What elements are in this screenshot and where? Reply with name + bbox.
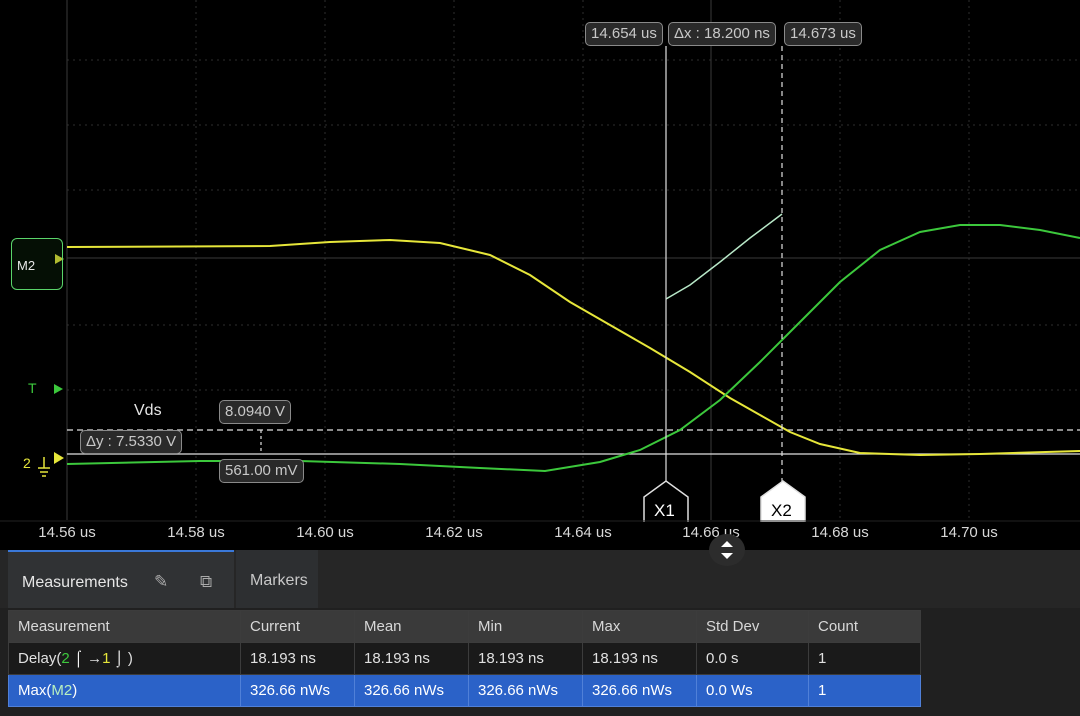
min-value: 326.66 nWs	[468, 674, 583, 707]
col-max[interactable]: Max	[582, 610, 697, 643]
cursor-x2-handle[interactable]: X2	[771, 501, 792, 521]
measurement-name: Max(M2)	[8, 674, 241, 707]
channel-2-marker[interactable]: 2	[23, 455, 31, 471]
mean-value: 326.66 nWs	[354, 674, 469, 707]
measurement-name-prefix: Max(	[18, 682, 52, 699]
max-value: 326.66 nWs	[582, 674, 697, 707]
x-tick-label: 14.56 us	[38, 524, 96, 541]
up-down-chevron-icon	[721, 541, 733, 559]
col-min[interactable]: Min	[468, 610, 583, 643]
trigger-marker[interactable]: T	[28, 380, 37, 396]
count-value: 1	[808, 674, 921, 707]
y-cursor-lower-value: 561.00 mV	[219, 459, 304, 483]
arrow-label: →	[87, 650, 103, 667]
waveform-display[interactable]: M2 T 2 14.654 us Δx : 18.200 ns 14.673 u…	[0, 0, 1080, 550]
col-measurement[interactable]: Measurement	[8, 610, 241, 643]
popout-icon[interactable]: ⧉	[200, 572, 212, 592]
cursor-x1-time: 14.654 us	[585, 22, 663, 46]
table-header: Measurement Current Mean Min Max Std Dev…	[8, 610, 921, 643]
falling-edge-icon: ⌡	[110, 650, 128, 667]
count-value: 1	[808, 642, 921, 675]
table-row[interactable]: Delay(2 ⌠ →1 ⌡ ) 18.193 ns 18.193 ns 18.…	[8, 642, 921, 675]
x-tick-label: 14.64 us	[554, 524, 612, 541]
math-m2-marker[interactable]: M2	[11, 238, 63, 290]
std-dev-value: 0.0 Ws	[696, 674, 809, 707]
col-current[interactable]: Current	[240, 610, 355, 643]
measurement-name: Delay(2 ⌠ →1 ⌡ )	[8, 642, 241, 675]
x-tick-label: 14.68 us	[811, 524, 869, 541]
channel-label-vds: Vds	[134, 402, 162, 419]
col-std-dev[interactable]: Std Dev	[696, 610, 809, 643]
source-channel: 2	[61, 650, 70, 667]
tab-markers-label: Markers	[250, 572, 308, 589]
x-tick-label: 14.62 us	[425, 524, 483, 541]
col-count[interactable]: Count	[808, 610, 921, 643]
measurement-name-prefix: Delay(	[18, 650, 62, 667]
measurement-name-suffix: )	[127, 650, 133, 667]
min-value: 18.193 ns	[468, 642, 583, 675]
math-m2-label: M2	[17, 258, 36, 273]
math-m2-trace	[665, 213, 783, 300]
col-mean[interactable]: Mean	[354, 610, 469, 643]
table-row-selected[interactable]: Max(M2) 326.66 nWs 326.66 nWs 326.66 nWs…	[8, 674, 921, 707]
y-cursor-upper-value: 8.0940 V	[219, 400, 292, 424]
rising-edge-icon: ⌠	[69, 650, 88, 667]
delta-y-readout: Δy : 7.5330 V	[80, 430, 183, 454]
current-value: 326.66 nWs	[240, 674, 355, 707]
x-tick-label: 14.60 us	[296, 524, 354, 541]
std-dev-value: 0.0 s	[696, 642, 809, 675]
measurements-table: Measurement Current Mean Min Max Std Dev…	[8, 610, 921, 707]
source-channel: M2	[51, 682, 73, 699]
cursor-x2-time: 14.673 us	[784, 22, 862, 46]
measurement-name-suffix: )	[72, 682, 78, 699]
x-tick-label: 14.70 us	[940, 524, 998, 541]
delta-x-readout: Δx : 18.200 ns	[668, 22, 776, 46]
waveform-grid	[0, 0, 1080, 522]
panel-resize-handle[interactable]	[709, 534, 745, 566]
vds-trace	[66, 238, 1080, 457]
x-tick-label: 14.58 us	[167, 524, 225, 541]
tab-markers[interactable]: Markers	[236, 550, 318, 608]
current-value: 18.193 ns	[240, 642, 355, 675]
measurements-panel: Measurements ✎ ⧉ Markers Measurement Cur…	[0, 550, 1080, 716]
channel-2-trace	[66, 224, 1080, 473]
max-value: 18.193 ns	[582, 642, 697, 675]
pencil-icon[interactable]: ✎	[154, 572, 168, 592]
cursor-x1-handle[interactable]: X1	[654, 501, 675, 521]
panel-tabs: Measurements ✎ ⧉ Markers	[0, 550, 1080, 608]
tab-measurements-label: Measurements	[22, 574, 128, 591]
mean-value: 18.193 ns	[354, 642, 469, 675]
